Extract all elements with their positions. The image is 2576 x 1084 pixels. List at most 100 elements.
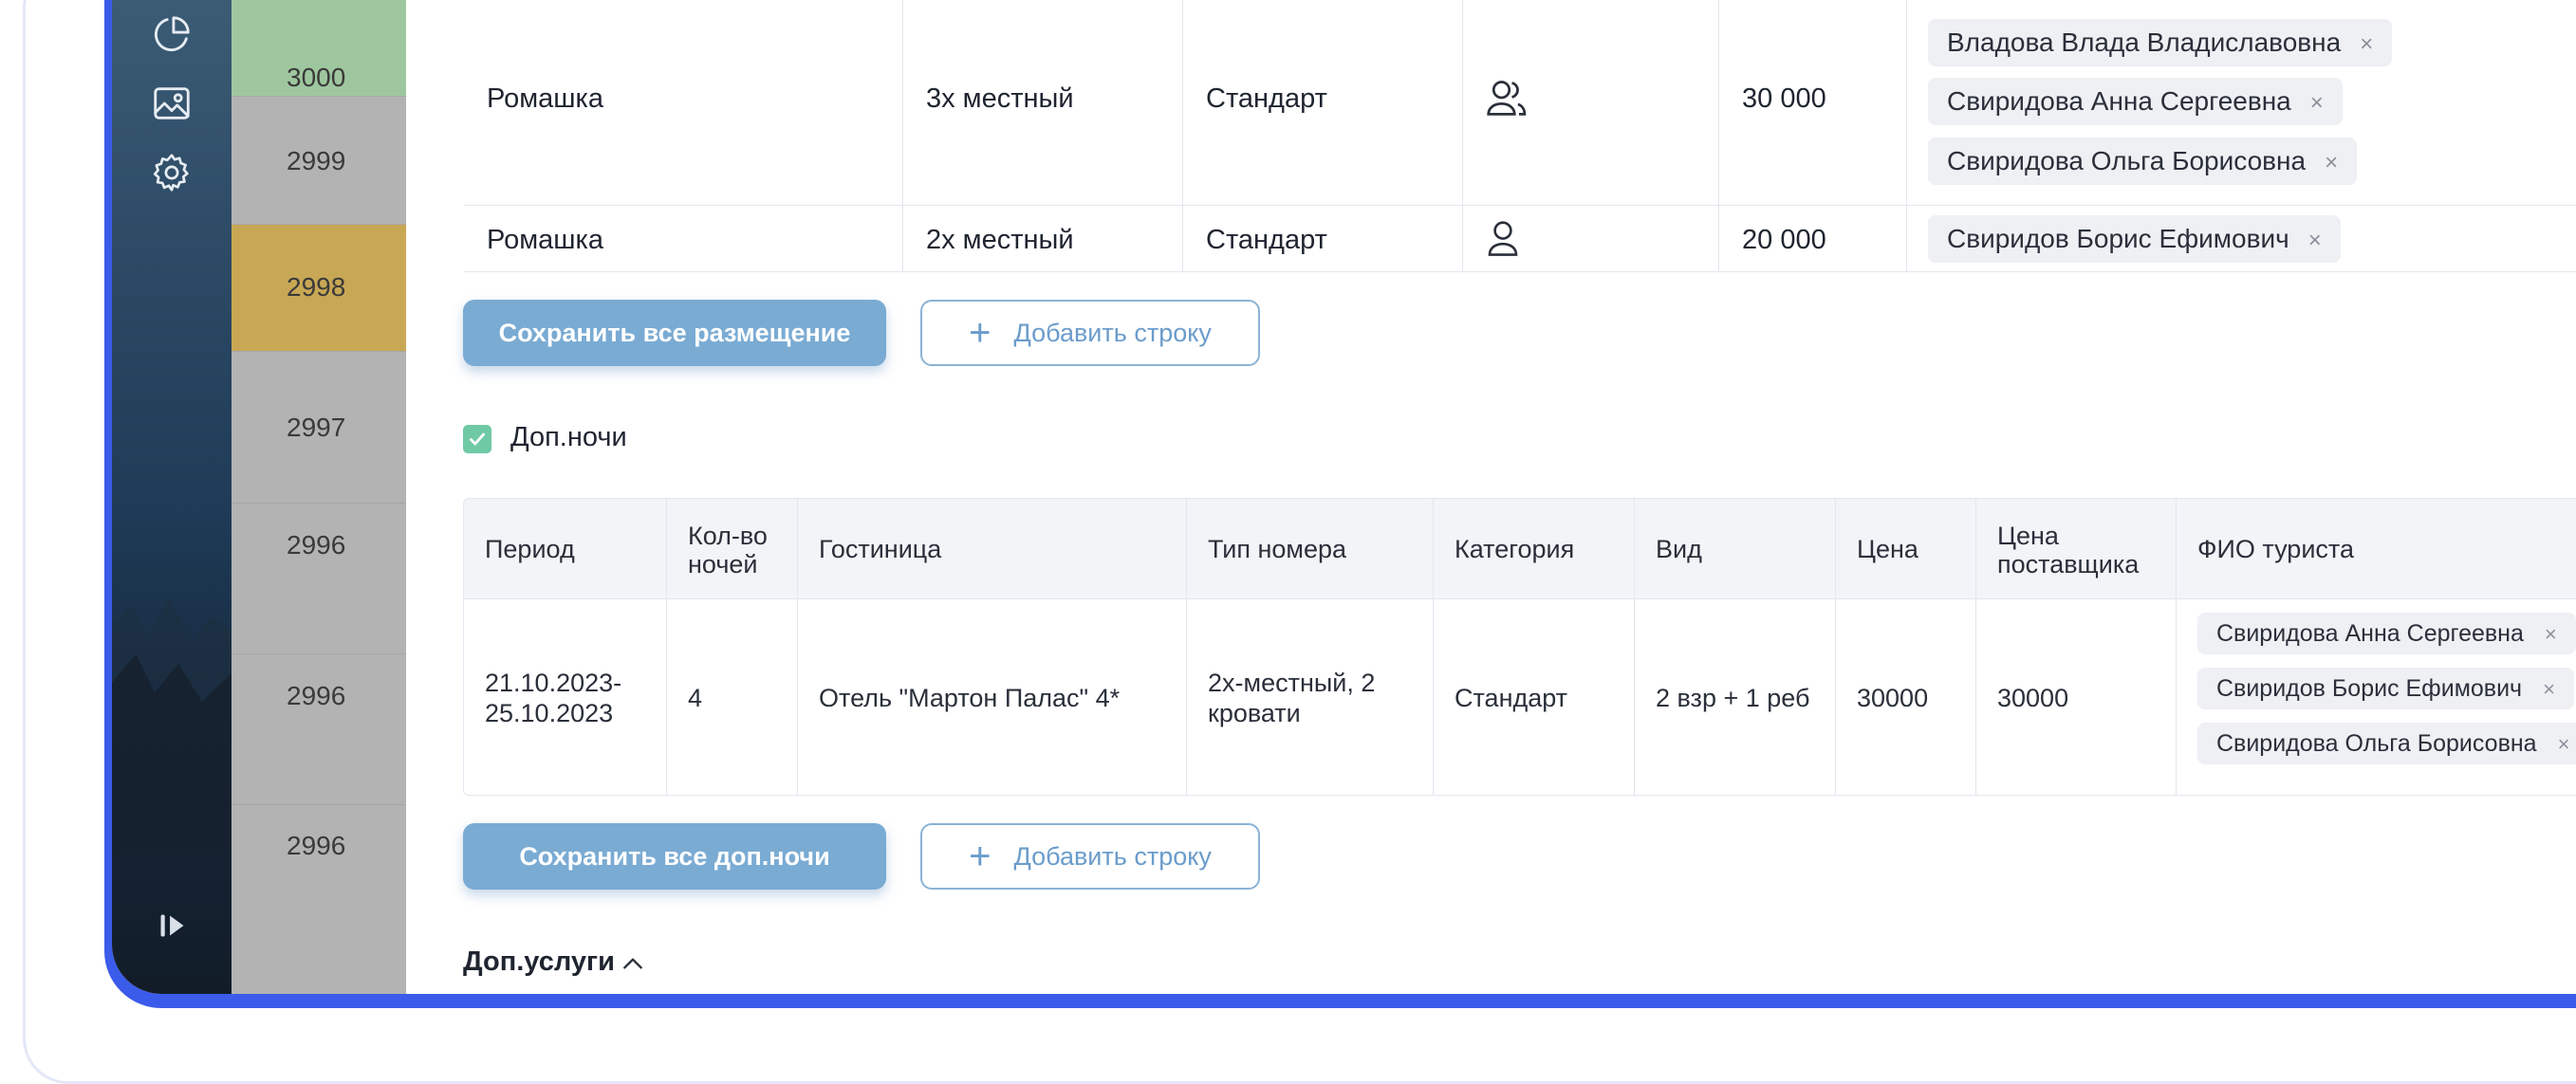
- mountain-silhouette: [112, 597, 232, 854]
- list-item[interactable]: 2999: [232, 97, 406, 225]
- column-header: Цена: [1857, 535, 1918, 563]
- add-row-button[interactable]: + Добавить строку: [920, 823, 1260, 890]
- hotel-column: Гостиница Отель "Мартон Палас" 4*: [797, 499, 1186, 795]
- column-header: Категория: [1455, 535, 1575, 563]
- tourist-chip: Свиридова Анна Сергеевна ×: [1928, 78, 2343, 125]
- category-column: Категория Стандарт: [1433, 499, 1634, 795]
- remove-icon[interactable]: ×: [2543, 677, 2555, 701]
- tourist-chip: Свиридова Ольга Борисовна ×: [1928, 138, 2358, 185]
- plus-icon: +: [969, 836, 991, 877]
- view-column: Вид 2 взр + 1 реб: [1634, 499, 1835, 795]
- tourist-name: Свиридов Борис Ефимович: [2216, 675, 2523, 702]
- tourist-name: Свиридова Ольга Борисовна: [1947, 146, 2307, 175]
- room-category: Стандарт: [1206, 225, 1327, 255]
- column-header: поставщика: [1997, 550, 2140, 579]
- price-cell: 30 000: [1718, 0, 1906, 205]
- remove-icon[interactable]: ×: [2308, 228, 2322, 253]
- image-icon[interactable]: [147, 79, 196, 128]
- hotel-cell: Ромашка: [464, 206, 902, 271]
- order-number: 2998: [287, 272, 346, 302]
- column-header: Цена: [1997, 522, 2059, 550]
- room-price: 20 000: [1742, 225, 1826, 255]
- price: 30000: [1857, 684, 1929, 712]
- list-item[interactable]: 2998: [232, 225, 406, 352]
- extra-nights-table: Период 21.10.2023- 25.10.2023 Кол-во ноч…: [463, 498, 2576, 796]
- room-type: кровати: [1208, 699, 1301, 727]
- room-category: Стандарт: [1455, 684, 1568, 712]
- order-number-column: 3000 2999 2998 2997 2996 2996 2996: [232, 0, 406, 994]
- room-type: 3х местный: [926, 83, 1074, 114]
- extra-nights-checkbox[interactable]: [463, 425, 491, 453]
- hotel-name: Ромашка: [487, 83, 603, 114]
- column-header: Вид: [1656, 535, 1702, 563]
- category-cell: Стандарт: [1182, 206, 1462, 271]
- remove-icon[interactable]: ×: [2360, 31, 2373, 57]
- order-number: 2996: [287, 831, 346, 860]
- room-type-cell: 3х местный: [902, 0, 1182, 205]
- order-number: 2996: [287, 681, 346, 710]
- remove-icon[interactable]: ×: [2545, 622, 2557, 646]
- gear-icon[interactable]: [147, 148, 196, 197]
- column-header: Период: [485, 535, 575, 563]
- period-start: 21.10.2023-: [485, 669, 622, 697]
- price-column: Цена 30000: [1835, 499, 1975, 795]
- room-price: 30 000: [1742, 83, 1826, 114]
- hotel-cell: Ромашка: [464, 0, 902, 205]
- nights-count: 4: [688, 684, 703, 712]
- add-row-button[interactable]: + Добавить строку: [920, 300, 1260, 366]
- category-cell: Стандарт: [1182, 0, 1462, 205]
- tourist-name: Свиридова Анна Сергеевна: [1947, 86, 2291, 116]
- save-accommodation-button[interactable]: Сохранить все размещение: [463, 300, 886, 366]
- chevron-up-icon[interactable]: [621, 954, 645, 973]
- nights-count-column: Кол-во ночей 4: [666, 499, 797, 795]
- check-icon: [469, 432, 486, 446]
- pie-chart-icon[interactable]: [147, 9, 196, 59]
- list-item[interactable]: 2996: [232, 654, 406, 805]
- list-item[interactable]: 3000: [232, 0, 406, 97]
- column-header: ФИО туриста: [2197, 535, 2354, 563]
- room-type: 2х-местный, 2: [1208, 669, 1376, 697]
- guests-view: 2 взр + 1 реб: [1656, 684, 1810, 712]
- tourist-column: ФИО туриста Свиридова Анна Сергеевна × Св…: [2176, 499, 2576, 795]
- hotel-name: Отель "Мартон Палас" 4*: [819, 684, 1121, 712]
- price-cell: 20 000: [1718, 206, 1906, 271]
- column-header: Кол-во: [688, 522, 768, 550]
- tourist-chip: Владова Влада Владиславовна ×: [1928, 19, 2393, 66]
- column-header: Гостиница: [819, 535, 942, 563]
- guests-icon-cell: [1462, 206, 1718, 271]
- room-type-column: Тип номера 2х-местный, 2 кровати: [1186, 499, 1433, 795]
- expand-icon[interactable]: [147, 901, 196, 950]
- button-label: Сохранить все доп.ночи: [519, 841, 830, 871]
- hotel-name: Ромашка: [487, 225, 603, 255]
- room-type-cell: 2х местный: [902, 206, 1182, 271]
- tourist-chip: Свиридов Борис Ефимович ×: [1928, 215, 2341, 263]
- order-number: 3000: [287, 63, 346, 92]
- table-row: Ромашка 2х местный Стандарт 20 000 Свири…: [464, 206, 2576, 272]
- list-item[interactable]: 2996: [232, 504, 406, 654]
- list-item[interactable]: 2997: [232, 352, 406, 504]
- supplier-price: 30000: [1997, 684, 2069, 712]
- main-content: Ромашка 3х местный Стандарт 30 000 Владо…: [406, 0, 2576, 994]
- tourist-name: Владова Влада Владиславовна: [1947, 28, 2342, 57]
- tourist-chip: Свиридова Анна Сергеевна ×: [2197, 613, 2576, 654]
- column-header: Тип номера: [1208, 535, 1347, 563]
- tourist-chip: Свиридов Борис Ефимович ×: [2197, 668, 2574, 709]
- remove-icon[interactable]: ×: [2325, 150, 2338, 175]
- save-extra-nights-button[interactable]: Сохранить все доп.ночи: [463, 823, 886, 890]
- tourist-name: Свиридова Анна Сергеевна: [2216, 620, 2524, 647]
- table-row: Ромашка 3х местный Стандарт 30 000 Владо…: [464, 0, 2576, 206]
- supplier-price-column: Цена поставщика 30000: [1975, 499, 2176, 795]
- user-icon: [1488, 221, 1518, 256]
- app-screen: 3000 2999 2998 2997 2996 2996 2996 Ромаш…: [112, 0, 2576, 994]
- icon-sidebar: [112, 0, 232, 994]
- list-item[interactable]: 2996: [232, 805, 406, 994]
- remove-icon[interactable]: ×: [2558, 732, 2570, 756]
- guests-icon-cell: [1462, 0, 1718, 205]
- column-header: ночей: [688, 550, 758, 579]
- remove-icon[interactable]: ×: [2310, 90, 2324, 116]
- button-label: Добавить строку: [1013, 318, 1212, 347]
- tourist-chip: Свиридова Ольга Борисовна ×: [2197, 723, 2576, 764]
- tourist-name: Свиридова Ольга Борисовна: [2216, 730, 2537, 757]
- plus-icon: +: [969, 312, 991, 354]
- period-column: Период 21.10.2023- 25.10.2023: [464, 499, 666, 795]
